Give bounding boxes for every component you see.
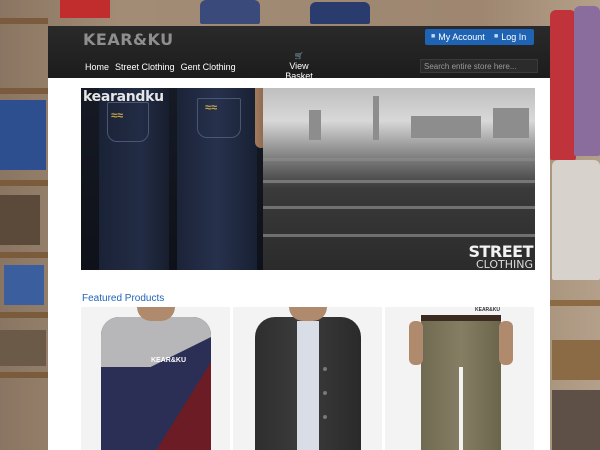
lock-icon: ■ (494, 33, 499, 40)
search-input[interactable] (420, 59, 538, 73)
banner-brand-logo: kearandku (83, 89, 164, 105)
log-in-button[interactable]: ■ Log In (488, 29, 534, 45)
basket-icon: 🛒 (294, 53, 304, 60)
view-basket-link[interactable]: 🛒 View Basket (276, 53, 322, 81)
main-nav: Home Street Clothing Gent Clothing (85, 62, 236, 72)
tee-print-logo: KEAR&KU (151, 357, 186, 364)
store-page: KEAR&KU ■ My Account ■ Log In Home Stree… (48, 26, 550, 450)
user-icon: ■ (431, 33, 436, 40)
log-in-label: Log In (501, 32, 527, 42)
view-basket-label: View Basket (285, 61, 313, 81)
product-card-tee[interactable]: KEAR&KU (81, 307, 230, 450)
nav-item-gent-clothing[interactable]: Gent Clothing (181, 62, 236, 72)
product-card-jacket[interactable] (233, 307, 382, 450)
hero-banner[interactable]: ≈≈ ≈≈ kearandku STREET CLOTHING (81, 88, 535, 270)
nav-item-home[interactable]: Home (85, 62, 109, 72)
my-account-button[interactable]: ■ My Account (425, 29, 491, 45)
product-card-chinos[interactable]: KEAR&KU (385, 307, 534, 450)
site-header: KEAR&KU ■ My Account ■ Log In Home Stree… (48, 26, 550, 81)
chinos-tag-logo: KEAR&KU (475, 307, 500, 313)
site-logo[interactable]: KEAR&KU (83, 30, 174, 49)
banner-tagline-clothing: CLOTHING (475, 258, 533, 270)
my-account-label: My Account (438, 32, 485, 42)
featured-products-heading: Featured Products (82, 293, 165, 304)
nav-item-street-clothing[interactable]: Street Clothing (115, 62, 175, 72)
featured-products-grid: KEAR&KU KEAR&KU (81, 307, 534, 450)
